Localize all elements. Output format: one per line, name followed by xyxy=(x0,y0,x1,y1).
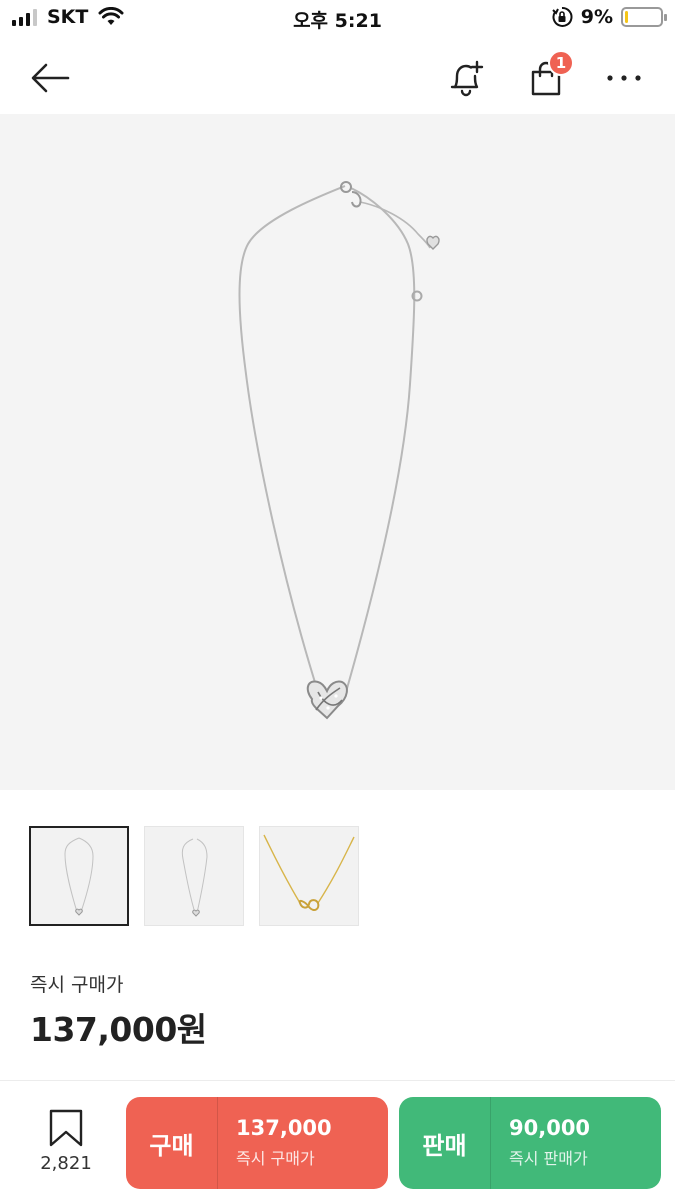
notification-add-button[interactable] xyxy=(442,54,490,102)
instant-buy-price-label: 즉시 구매가 xyxy=(30,974,124,996)
arrow-left-icon xyxy=(31,63,70,93)
back-button[interactable] xyxy=(26,54,74,102)
more-options-button[interactable] xyxy=(600,54,648,102)
status-bar: SKT 오후 5:21 9% xyxy=(0,0,675,40)
battery-icon xyxy=(621,7,667,27)
thumbnail-strip xyxy=(29,826,359,926)
sell-button-label: 판매 xyxy=(399,1097,491,1189)
wishlist-count: 2,821 xyxy=(40,1153,92,1174)
battery-percent: 9% xyxy=(580,6,613,28)
bell-plus-icon xyxy=(450,60,484,97)
shopping-bag-button[interactable]: 1 xyxy=(522,50,574,102)
bottom-action-bar: 2,821 구매 137,000 즉시 구매가 판매 90,000 즉시 판매가 xyxy=(0,1080,675,1200)
thumbnail-1[interactable] xyxy=(29,826,129,926)
gold-necklace-thumb-icon xyxy=(263,834,355,911)
buy-button-price: 137,000 xyxy=(236,1116,332,1140)
silver-necklace-thumb-icon xyxy=(64,837,94,916)
more-horizontal-icon xyxy=(607,75,641,81)
sell-button-price: 90,000 xyxy=(509,1116,591,1140)
buy-button[interactable]: 구매 137,000 즉시 구매가 xyxy=(126,1097,388,1189)
bookmark-icon xyxy=(49,1109,83,1147)
necklace-image xyxy=(238,181,440,720)
cart-count-badge: 1 xyxy=(548,50,574,76)
wishlist-button[interactable]: 2,821 xyxy=(30,1109,102,1174)
thumbnail-2[interactable] xyxy=(144,826,244,926)
sell-button[interactable]: 판매 90,000 즉시 판매가 xyxy=(399,1097,661,1189)
buy-button-label: 구매 xyxy=(126,1097,218,1189)
buy-button-sublabel: 즉시 구매가 xyxy=(236,1149,315,1168)
top-nav-bar: 1 xyxy=(0,40,675,114)
thumbnail-3[interactable] xyxy=(259,826,359,926)
instant-buy-price: 137,000원 xyxy=(30,1010,207,1049)
orientation-lock-icon xyxy=(552,6,573,27)
silver-necklace-thumb-icon xyxy=(181,838,208,917)
battery-level xyxy=(625,11,628,23)
sell-button-sublabel: 즉시 판매가 xyxy=(509,1149,588,1168)
product-main-image[interactable] xyxy=(0,114,675,790)
